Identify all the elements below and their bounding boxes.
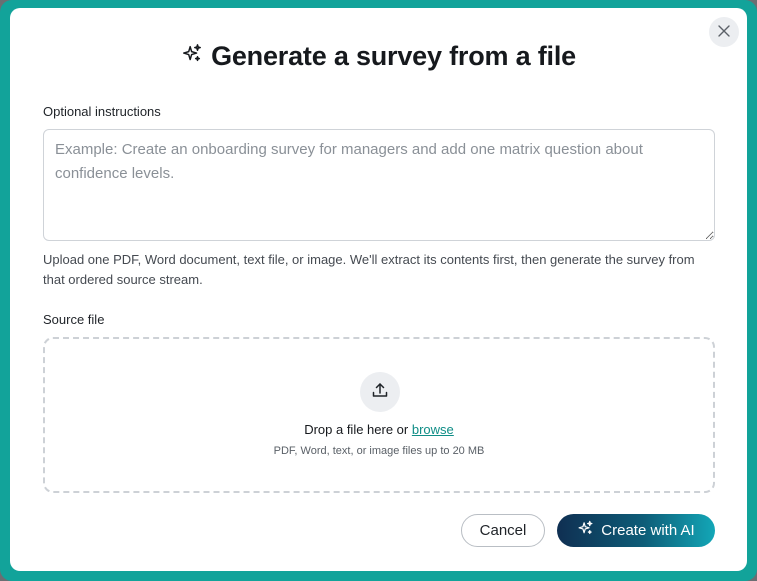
file-types-hint: PDF, Word, text, or image files up to 20… bbox=[273, 445, 485, 457]
sparkles-icon bbox=[181, 43, 203, 70]
upload-help-text: Upload one PDF, Word document, text file… bbox=[43, 252, 695, 287]
dropzone-instructions: Drop a file here or browse bbox=[45, 422, 713, 437]
upload-button[interactable] bbox=[360, 372, 400, 412]
cancel-button[interactable]: Cancel bbox=[461, 514, 545, 547]
sparkles-icon bbox=[577, 520, 594, 541]
instructions-input[interactable] bbox=[43, 129, 715, 241]
dialog-header: Generate a survey from a file bbox=[10, 36, 747, 76]
source-file-label: Source file bbox=[43, 312, 105, 327]
create-button-label: Create with AI bbox=[601, 522, 695, 539]
generate-survey-dialog: Generate a survey from a file Optional i… bbox=[10, 8, 747, 571]
instructions-label: Optional instructions bbox=[43, 104, 161, 119]
browse-link[interactable]: browse bbox=[412, 422, 454, 437]
upload-icon bbox=[370, 380, 390, 405]
dialog-title: Generate a survey from a file bbox=[211, 40, 576, 71]
file-dropzone[interactable]: Drop a file here or browse PDF, Word, te… bbox=[43, 337, 715, 493]
drop-prefix: Drop a file here or bbox=[304, 422, 409, 437]
modal-backdrop-frame: Generate a survey from a file Optional i… bbox=[0, 0, 757, 581]
create-with-ai-button[interactable]: Create with AI bbox=[557, 514, 715, 547]
